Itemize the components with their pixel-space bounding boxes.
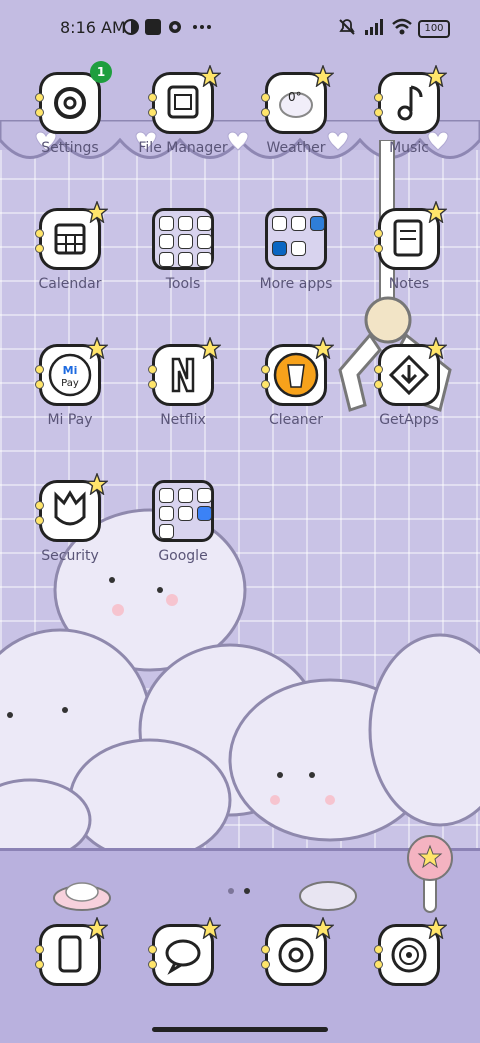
folder-icon — [148, 65, 221, 134]
star-icon — [199, 917, 221, 939]
app-label: Security — [41, 548, 99, 564]
star-icon — [199, 337, 221, 359]
notification-square-icon — [145, 19, 161, 35]
app-label: Calendar — [38, 276, 102, 292]
app-label: Mi Pay — [47, 412, 93, 428]
cleaner-icon — [261, 337, 334, 406]
star-icon — [425, 917, 447, 939]
app-label: Cleaner — [268, 412, 324, 428]
star-icon — [86, 201, 108, 223]
app-settings[interactable]: 1 Settings — [20, 61, 120, 156]
calendar-icon — [35, 201, 108, 270]
folder-tools[interactable]: Tools — [133, 208, 233, 292]
folder-label: Tools — [165, 276, 201, 292]
page-indicator — [228, 879, 260, 898]
svg-text:Pay: Pay — [61, 378, 79, 389]
gesture-home-bar[interactable] — [152, 1027, 328, 1032]
app-notes[interactable]: Notes — [359, 201, 459, 292]
battery-icon: 100 — [418, 20, 450, 38]
app-file-manager[interactable]: File Manager — [133, 65, 233, 156]
status-time: 8:16 AM — [60, 18, 126, 37]
app-label: Settings — [41, 140, 99, 156]
star-icon — [86, 917, 108, 939]
star-icon — [425, 65, 447, 87]
notes-icon — [374, 201, 447, 270]
app-cleaner[interactable]: Cleaner — [246, 337, 346, 428]
star-icon — [312, 917, 334, 939]
folder-more-apps[interactable]: More apps — [246, 208, 346, 292]
app-getapps[interactable]: GetApps — [359, 337, 459, 428]
dock-phone[interactable] — [20, 917, 120, 986]
mi-pay-icon: Mi Pay — [35, 337, 108, 406]
security-shield-icon — [35, 473, 108, 542]
music-note-icon — [374, 65, 447, 134]
weather-icon: 0° — [261, 65, 334, 134]
star-icon — [312, 65, 334, 87]
more-apps-folder-preview — [265, 208, 327, 270]
app-label: Weather — [266, 140, 326, 156]
svg-text:Mi: Mi — [63, 364, 78, 377]
data-saver-icon — [123, 19, 139, 35]
app-security[interactable]: Security — [20, 473, 120, 564]
folder-label: Google — [158, 548, 208, 564]
star-icon — [86, 337, 108, 359]
app-calendar[interactable]: Calendar — [20, 201, 120, 292]
app-mi-pay[interactable]: Mi Pay Mi Pay — [20, 337, 120, 428]
wifi-icon — [392, 18, 412, 35]
app-label: GetApps — [379, 412, 439, 428]
getapps-icon — [374, 337, 447, 406]
star-icon — [425, 337, 447, 359]
mute-icon — [339, 19, 355, 35]
app-label: File Manager — [138, 140, 228, 156]
more-notifications-icon — [193, 25, 211, 29]
page-dot — [228, 888, 234, 894]
star-icon — [425, 201, 447, 223]
notification-badge: 1 — [90, 61, 112, 83]
pink-button-decoration — [53, 882, 111, 911]
settings-icon: 1 — [35, 61, 112, 134]
dock-messages[interactable] — [133, 917, 233, 986]
gear-icon — [169, 21, 181, 33]
phone-icon — [35, 917, 108, 986]
page-dot-active — [244, 888, 250, 894]
star-icon — [86, 473, 108, 495]
star-icon — [312, 337, 334, 359]
battery-level: 100 — [424, 23, 444, 34]
white-button-decoration — [299, 881, 357, 911]
app-music[interactable]: Music — [359, 65, 459, 156]
app-weather[interactable]: 0° Weather — [246, 65, 346, 156]
star-icon — [199, 65, 221, 87]
svg-text:0°: 0° — [288, 90, 302, 104]
tools-folder-preview — [152, 208, 214, 270]
google-folder-preview — [152, 480, 214, 542]
joystick-decoration — [407, 835, 453, 913]
app-label: Music — [389, 140, 429, 156]
netflix-icon — [148, 337, 221, 406]
app-label: Notes — [388, 276, 430, 292]
dock-camera[interactable] — [359, 917, 459, 986]
folder-label: More apps — [259, 276, 333, 292]
status-bar: 8:16 AM 100 — [0, 0, 480, 56]
app-netflix[interactable]: Netflix — [133, 337, 233, 428]
signal-icon — [365, 19, 383, 35]
folder-google[interactable]: Google — [133, 480, 233, 564]
camera-icon — [374, 917, 447, 986]
dock-chrome[interactable] — [246, 917, 346, 986]
app-label: Netflix — [160, 412, 206, 428]
message-bubble-icon — [148, 917, 221, 986]
chrome-icon — [261, 917, 334, 986]
